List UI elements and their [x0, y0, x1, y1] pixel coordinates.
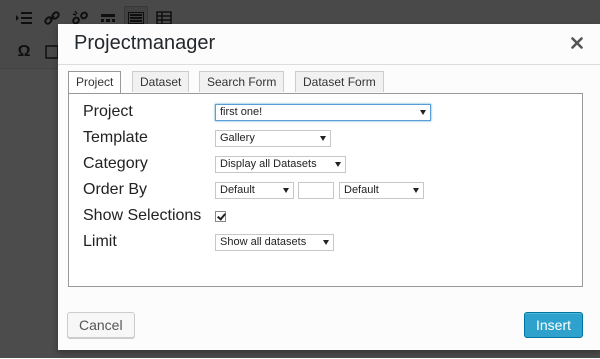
order-by-field-value: Default — [220, 183, 255, 196]
tab-dataset[interactable]: Dataset — [132, 71, 190, 92]
chevron-down-icon — [335, 161, 341, 167]
limit-select[interactable]: Show all datasets — [215, 233, 334, 251]
dialog-body: Project Dataset Search Form Dataset Form… — [68, 71, 583, 287]
chevron-down-icon — [413, 187, 419, 193]
tab-project[interactable]: Project — [68, 71, 122, 94]
chevron-down-icon — [420, 109, 426, 115]
template-select-value: Gallery — [220, 131, 255, 144]
order-by-row: Order By Default Default — [83, 178, 424, 202]
category-row: Category Display all Datasets — [83, 152, 346, 176]
template-row: Template Gallery — [83, 126, 331, 150]
projectmanager-dialog: Projectmanager Project Dataset Search Fo… — [58, 24, 600, 350]
project-select[interactable]: first one! — [215, 103, 431, 121]
project-row: Project first one! — [83, 100, 431, 124]
close-button[interactable] — [565, 31, 589, 55]
chevron-down-icon — [320, 135, 326, 141]
dialog-title: Projectmanager — [74, 32, 216, 54]
order-by-direction-value: Default — [344, 183, 379, 196]
order-by-text-input[interactable] — [298, 181, 334, 199]
chevron-down-icon — [323, 239, 329, 245]
template-select[interactable]: Gallery — [215, 129, 331, 147]
limit-select-value: Show all datasets — [220, 235, 307, 248]
limit-label: Limit — [83, 233, 117, 250]
project-label: Project — [83, 103, 133, 120]
dialog-header: Projectmanager — [58, 24, 600, 65]
cancel-button[interactable]: Cancel — [67, 312, 135, 338]
show-selections-label: Show Selections — [83, 207, 202, 224]
dialog-footer: Cancel Insert — [58, 304, 600, 350]
order-by-label: Order By — [83, 181, 148, 198]
chevron-down-icon — [283, 187, 289, 193]
checkmark-icon — [217, 210, 226, 221]
tab-dataset-form[interactable]: Dataset Form — [295, 71, 384, 92]
order-by-field-select[interactable]: Default — [215, 181, 294, 199]
project-tab-panel: Project first one! Template Gallery Cate… — [68, 93, 583, 287]
template-label: Template — [83, 129, 148, 146]
project-select-value: first one! — [220, 105, 263, 118]
category-select[interactable]: Display all Datasets — [215, 155, 346, 173]
order-by-direction-select[interactable]: Default — [339, 181, 424, 199]
close-icon — [571, 37, 583, 49]
limit-row: Limit Show all datasets — [83, 230, 334, 254]
show-selections-checkbox[interactable] — [215, 210, 226, 222]
category-label: Category — [83, 155, 148, 172]
category-select-value: Display all Datasets — [220, 157, 317, 170]
insert-button[interactable]: Insert — [523, 312, 583, 338]
show-selections-row: Show Selections — [83, 204, 226, 228]
dialog-tabs: Project Dataset Search Form Dataset Form — [68, 71, 583, 94]
tab-search-form[interactable]: Search Form — [199, 71, 285, 92]
